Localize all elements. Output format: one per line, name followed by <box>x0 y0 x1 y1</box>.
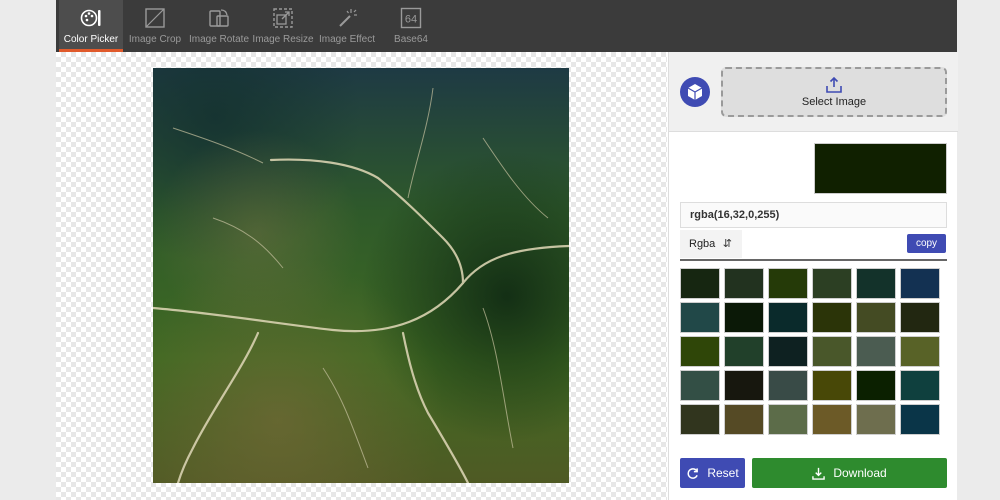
palette-swatch[interactable] <box>724 404 764 435</box>
upload-icon <box>826 76 842 93</box>
copy-button[interactable]: copy <box>907 234 946 253</box>
download-button[interactable]: Download <box>752 458 947 488</box>
palette-swatch[interactable] <box>900 268 940 299</box>
palette-swatch[interactable] <box>812 302 852 333</box>
palette-swatch[interactable] <box>900 404 940 435</box>
palette-swatch[interactable] <box>680 268 720 299</box>
palette-swatch[interactable] <box>900 302 940 333</box>
tool-label: Color Picker <box>63 34 119 45</box>
reset-label: Reset <box>707 466 739 480</box>
tool-color-picker[interactable]: Color Picker <box>59 0 123 52</box>
side-panel: Select Image rgba(16,32,0,255) Rgba ⇵ co… <box>668 52 958 500</box>
palette-swatch[interactable] <box>812 336 852 367</box>
palette-swatch[interactable] <box>768 302 808 333</box>
palette-swatch[interactable] <box>768 268 808 299</box>
palette-swatch[interactable] <box>680 336 720 367</box>
upload-area: Select Image <box>669 52 958 132</box>
palette-swatch[interactable] <box>724 336 764 367</box>
tool-base64[interactable]: 64 Base64 <box>379 0 443 52</box>
palette-swatch[interactable] <box>856 336 896 367</box>
palette-swatch[interactable] <box>680 370 720 401</box>
palette-swatch[interactable] <box>856 268 896 299</box>
palette-swatch[interactable] <box>724 302 764 333</box>
palette-swatch[interactable] <box>900 370 940 401</box>
toolbar: Color Picker Image Crop Image Rotate Ima… <box>56 0 957 52</box>
format-select-value: Rgba <box>689 238 716 250</box>
palette-swatch[interactable] <box>680 302 720 333</box>
tool-image-rotate[interactable]: Image Rotate <box>187 0 251 52</box>
reset-button[interactable]: Reset <box>680 458 745 488</box>
palette-swatch[interactable] <box>856 302 896 333</box>
palette-swatch[interactable] <box>724 370 764 401</box>
cube-logo-icon <box>680 77 710 107</box>
chevron-updown-icon: ⇵ <box>722 238 732 250</box>
color-value-field[interactable]: rgba(16,32,0,255) <box>680 202 947 228</box>
rotate-icon <box>209 9 229 27</box>
tool-label: Base64 <box>394 34 428 45</box>
palette-swatch[interactable] <box>768 336 808 367</box>
base64-icon: 64 <box>400 7 422 29</box>
tool-label: Image Rotate <box>188 34 250 45</box>
image-canvas[interactable] <box>56 52 667 500</box>
format-select[interactable]: Rgba ⇵ <box>680 230 742 258</box>
palette-swatch[interactable] <box>724 268 764 299</box>
tool-label: Image Effect <box>319 34 375 45</box>
download-label: Download <box>833 466 887 480</box>
palette-swatch[interactable] <box>900 336 940 367</box>
tool-image-resize[interactable]: Image Resize <box>251 0 315 52</box>
select-image-button[interactable]: Select Image <box>721 67 947 117</box>
palette-swatch[interactable] <box>856 404 896 435</box>
palette-swatch[interactable] <box>768 370 808 401</box>
base64-glyph: 64 <box>405 14 417 26</box>
tool-image-effect[interactable]: Image Effect <box>315 0 379 52</box>
crop-icon <box>145 8 165 28</box>
tool-label: Image Resize <box>252 34 314 45</box>
format-row: Rgba ⇵ copy <box>680 230 947 261</box>
app: Color Picker Image Crop Image Rotate Ima… <box>56 0 958 500</box>
aerial-photo[interactable] <box>153 68 569 483</box>
photo-image <box>153 68 569 483</box>
select-image-label: Select Image <box>801 96 867 108</box>
refresh-icon <box>687 467 699 479</box>
palette-swatch[interactable] <box>812 268 852 299</box>
palette-swatch[interactable] <box>680 404 720 435</box>
color-palette <box>680 268 947 435</box>
tool-image-crop[interactable]: Image Crop <box>123 0 187 52</box>
palette-swatch[interactable] <box>768 404 808 435</box>
palette-swatch[interactable] <box>812 370 852 401</box>
magic-wand-icon <box>339 9 357 27</box>
tool-label: Image Crop <box>128 34 182 45</box>
palette-swatch[interactable] <box>812 404 852 435</box>
palette-swatch[interactable] <box>856 370 896 401</box>
resize-icon <box>273 8 293 28</box>
palette-icon <box>80 9 101 27</box>
picked-color-swatch <box>814 143 947 194</box>
download-icon <box>812 467 826 480</box>
